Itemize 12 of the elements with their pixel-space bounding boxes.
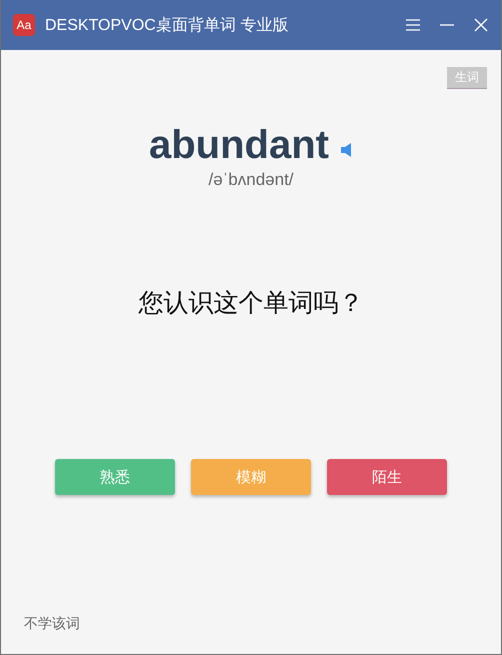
menu-icon[interactable] — [405, 17, 421, 33]
window-title: DESKTOPVOC桌面背单词 专业版 — [45, 16, 290, 36]
close-icon[interactable] — [473, 17, 489, 33]
word: abundant — [149, 123, 329, 168]
question: 您认识这个单词吗？ — [138, 288, 364, 319]
skip-word-link[interactable]: 不学该词 — [24, 615, 80, 633]
speaker-icon[interactable] — [340, 142, 353, 156]
app-logo: Aa — [13, 14, 35, 36]
answer-button[interactable]: 陌生 — [327, 459, 447, 495]
phonetic: /əˈbʌndənt/ — [208, 170, 294, 190]
answer-button[interactable]: 模糊 — [191, 459, 311, 495]
answer-button[interactable]: 熟悉 — [55, 459, 175, 495]
